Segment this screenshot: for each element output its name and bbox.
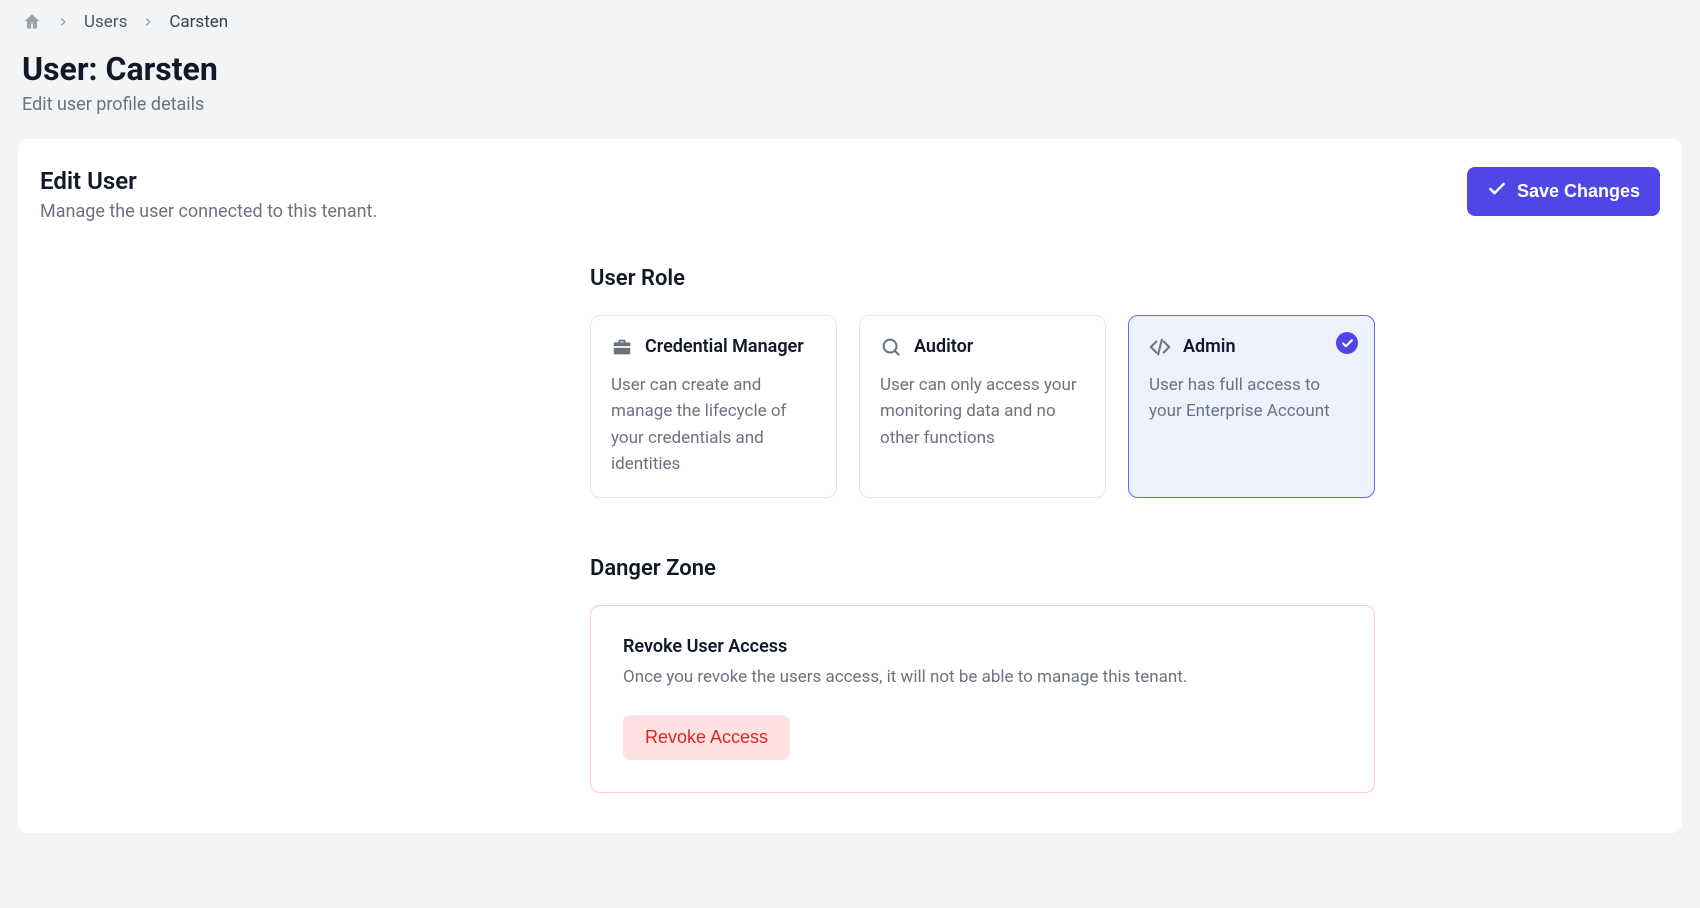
page-header: User: Carsten Edit user profile details xyxy=(18,36,1682,139)
role-description: User has full access to your Enterprise … xyxy=(1149,372,1354,425)
revoke-access-title: Revoke User Access xyxy=(623,636,1342,657)
role-title: Auditor xyxy=(914,334,973,359)
selected-check-icon xyxy=(1336,332,1358,354)
role-description: User can create and manage the lifecycle… xyxy=(611,372,816,477)
breadcrumb: Users Carsten xyxy=(18,0,1682,36)
breadcrumb-link-users[interactable]: Users xyxy=(84,12,127,32)
magnify-icon xyxy=(880,336,902,362)
role-card-auditor[interactable]: Auditor User can only access your monito… xyxy=(859,315,1106,498)
briefcase-icon xyxy=(611,336,633,362)
home-icon[interactable] xyxy=(22,12,42,32)
check-icon xyxy=(1487,179,1507,204)
chevron-right-icon xyxy=(141,15,155,29)
revoke-access-button[interactable]: Revoke Access xyxy=(623,715,790,760)
save-button-label: Save Changes xyxy=(1517,181,1640,202)
save-changes-button[interactable]: Save Changes xyxy=(1467,167,1660,216)
revoke-access-description: Once you revoke the users access, it wil… xyxy=(623,667,1342,687)
card-subtitle: Manage the user connected to this tenant… xyxy=(40,201,377,222)
danger-zone-box: Revoke User Access Once you revoke the u… xyxy=(590,605,1375,793)
user-role-section-title: User Role xyxy=(590,266,1375,291)
page-subtitle: Edit user profile details xyxy=(22,94,1678,115)
card-title: Edit User xyxy=(40,167,377,195)
danger-zone-section-title: Danger Zone xyxy=(590,556,1375,581)
edit-user-card: Edit User Manage the user connected to t… xyxy=(18,139,1682,833)
role-title: Credential Manager xyxy=(645,334,804,359)
code-icon xyxy=(1149,336,1171,362)
role-card-credential-manager[interactable]: Credential Manager User can create and m… xyxy=(590,315,837,498)
chevron-right-icon xyxy=(56,15,70,29)
role-title: Admin xyxy=(1183,334,1236,359)
role-card-admin[interactable]: Admin User has full access to your Enter… xyxy=(1128,315,1375,498)
revoke-button-label: Revoke Access xyxy=(645,727,768,748)
role-grid: Credential Manager User can create and m… xyxy=(590,315,1375,498)
page-title: User: Carsten xyxy=(22,50,1678,88)
role-description: User can only access your monitoring dat… xyxy=(880,372,1085,451)
breadcrumb-current: Carsten xyxy=(169,12,228,32)
